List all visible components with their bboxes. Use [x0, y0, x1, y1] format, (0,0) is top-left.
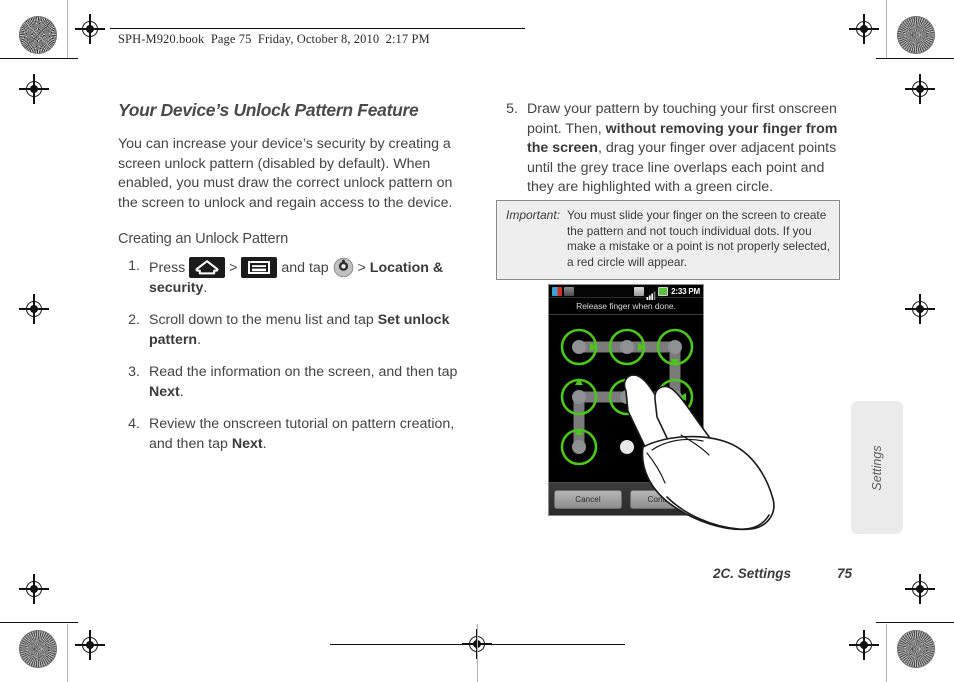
step-text-mid-3: >: [353, 260, 370, 276]
procedure-steps-right: 5. Draw your pattern by touching your fir…: [496, 100, 844, 198]
crop-rule-bottom-right: [876, 622, 954, 623]
step-item-2: 2. Scroll down to the menu list and tap S…: [118, 311, 466, 350]
crop-rule-vertical-center-bottom: [477, 624, 478, 682]
side-thumb-tab: Settings: [851, 401, 903, 534]
phone-screenshot-figure: 2:33 PM Release finger when done. Cancel…: [548, 284, 704, 516]
crop-rule-bottom-left: [0, 622, 78, 623]
step-number: 5.: [506, 101, 518, 117]
print-rosette-bottom-left: [19, 630, 57, 668]
step-bold-term: Next: [149, 383, 180, 400]
registration-mark-bottom-left: [75, 630, 105, 660]
crop-rule-vertical-right-bottom: [886, 624, 887, 682]
print-rosette-top-right: [897, 16, 935, 54]
important-callout: Important: You must slide your finger on…: [496, 200, 840, 280]
status-bar-left-icons: [552, 286, 574, 296]
step-text-pre: Read the information on the screen, and …: [149, 364, 458, 380]
step-text-mid-2: and tap: [277, 260, 333, 276]
battery-icon: [658, 286, 669, 296]
step-number: 4.: [128, 416, 140, 432]
registration-mark-right-lower: [905, 574, 935, 604]
home-icon: [189, 257, 226, 278]
registration-mark-right-middle: [905, 294, 935, 324]
camera-icon: [564, 286, 574, 296]
registration-mark-top-inner-right: [905, 74, 935, 104]
sim-alert-icon: [552, 286, 562, 296]
step-item-4: 4. Review the onscreen tutorial on patter…: [118, 415, 466, 454]
sync-icon: [634, 286, 645, 296]
footer-page-number: 75: [837, 566, 853, 581]
side-thumb-tab-label: Settings: [870, 444, 884, 491]
continue-button[interactable]: Continue: [630, 489, 698, 509]
crop-rule-top-left: [0, 58, 78, 59]
phone-status-bar: 2:33 PM: [549, 285, 703, 300]
important-label: Important:: [506, 208, 561, 222]
registration-mark-bottom-right: [849, 630, 879, 660]
header-rule: [110, 28, 525, 29]
registration-mark-top-left: [75, 14, 105, 44]
step-number: 2.: [128, 312, 140, 328]
registration-mark-left-lower: [19, 574, 49, 604]
crop-rule-vertical-left: [67, 0, 68, 58]
print-file-header: SPH-M920.book Page 75 Friday, October 8,…: [118, 32, 430, 46]
step-number: 1.: [128, 258, 140, 274]
registration-mark-left-middle: [19, 294, 49, 324]
crop-rule-top-right: [876, 58, 954, 59]
step-text-mid-1: >: [225, 260, 242, 276]
intro-paragraph: You can increase your device’s security …: [118, 136, 453, 211]
print-rosette-bottom-right: [897, 630, 935, 668]
footer-chapter: 2C. Settings: [713, 566, 792, 581]
step-text-post: .: [203, 279, 208, 296]
step-text-pre: Press: [149, 260, 190, 276]
step-text-pre: Review the onscreen tutorial on pattern …: [149, 416, 455, 452]
step-item-3: 3. Read the information on the screen, an…: [118, 363, 466, 402]
page-title: Your Device’s Unlock Pattern Feature: [118, 100, 419, 120]
pattern-prompt-text: Release finger when done.: [549, 298, 703, 315]
subsection-title: Creating an Unlock Pattern: [118, 231, 289, 247]
step-number: 3.: [128, 364, 140, 380]
settings-gear-icon: [333, 257, 354, 278]
status-bar-clock: 2:33 PM: [671, 286, 700, 296]
procedure-steps-left: 1. Press > and tap > Location & security…: [118, 257, 466, 454]
cancel-button[interactable]: Cancel: [554, 489, 622, 509]
crop-rule-vertical-right: [886, 0, 887, 58]
step-text-post: .: [262, 435, 267, 452]
step-text-post: .: [179, 383, 184, 400]
important-text: You must slide your finger on the screen…: [567, 208, 830, 269]
status-bar-right-icons: 2:33 PM: [634, 286, 700, 300]
signal-bars-icon: [646, 287, 656, 300]
left-text-column: Your Device’s Unlock Pattern Feature You…: [118, 100, 466, 467]
phone-button-bar: Cancel Continue: [549, 482, 703, 515]
menu-icon: [241, 257, 278, 278]
crop-rule-vertical-left-bottom: [67, 624, 68, 682]
step-item-5: 5. Draw your pattern by touching your fir…: [496, 100, 844, 198]
page-footer: 2C. Settings 75: [713, 566, 852, 581]
step-bold-term: Next: [231, 435, 263, 452]
registration-mark-top-right: [849, 14, 879, 44]
registration-mark-top-inner-left: [19, 74, 49, 104]
right-text-column: 5. Draw your pattern by touching your fir…: [496, 100, 844, 211]
print-rosette-top-left: [19, 16, 57, 54]
step-item-1: 1. Press > and tap > Location & security…: [118, 257, 466, 298]
step-text-pre: Scroll down to the menu list and tap: [149, 312, 378, 328]
step-text-post: .: [197, 331, 202, 348]
unlock-pattern-grid[interactable]: [549, 315, 703, 483]
